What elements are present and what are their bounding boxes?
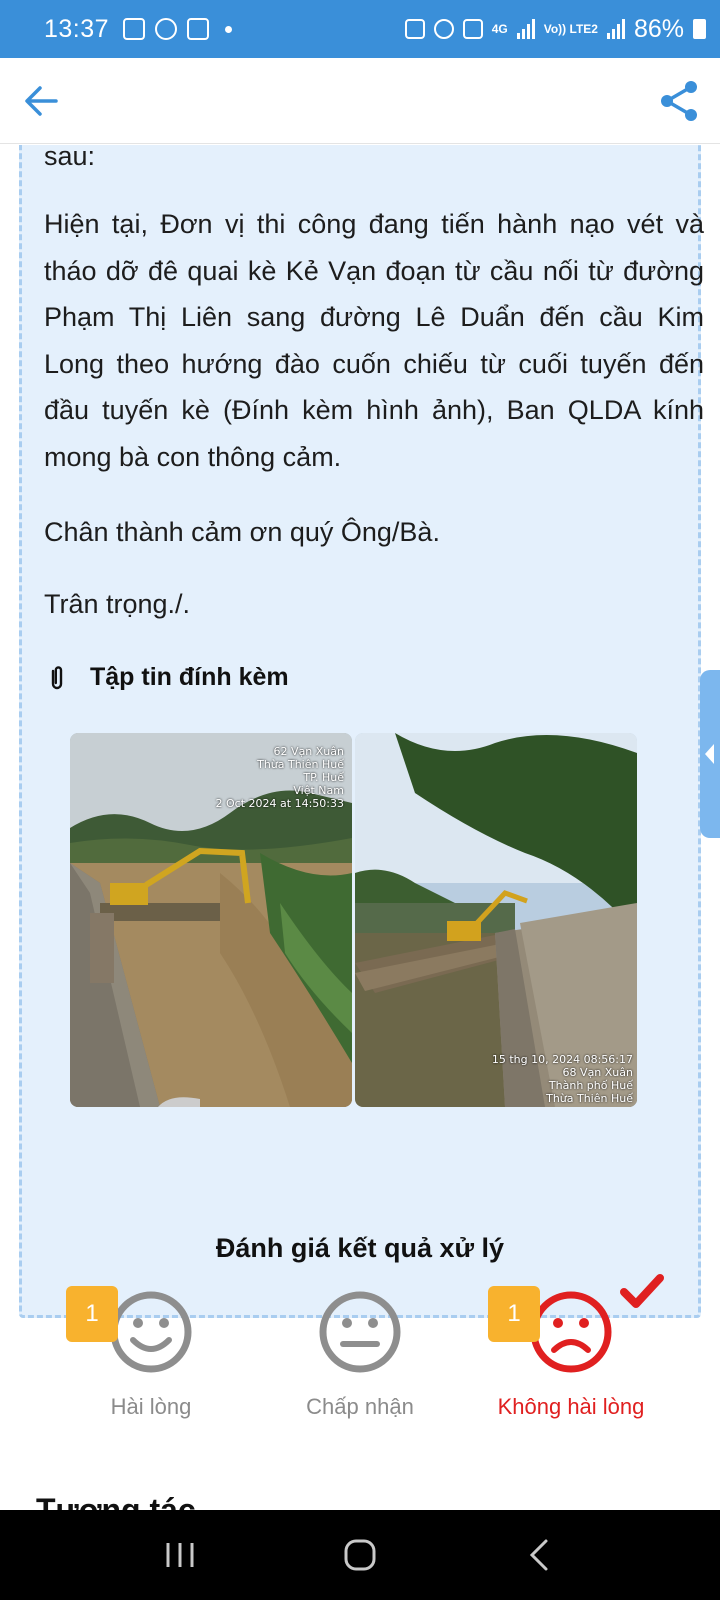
attachment-photo-2[interactable]: 15 thg 10, 2024 08:56:17 68 Vạn Xuân Thà… bbox=[355, 733, 637, 1107]
shopping-bag-icon bbox=[187, 18, 210, 40]
notification-icons bbox=[123, 18, 233, 40]
rating-label: Hài lòng bbox=[110, 1394, 192, 1419]
share-icon bbox=[661, 81, 697, 121]
side-panel-handle[interactable] bbox=[700, 670, 720, 838]
count-badge: 1 bbox=[488, 1286, 540, 1342]
main-content[interactable]: ..... (.....) ..... ..... ..... ..... ..… bbox=[0, 145, 720, 1510]
stamp-line: TP. Huế bbox=[303, 771, 344, 784]
signal-icon-2 bbox=[606, 19, 625, 39]
mute-icon bbox=[462, 19, 483, 39]
stamp-line: 68 Vạn Xuân bbox=[562, 1066, 633, 1079]
more-notifications-dot-icon bbox=[225, 25, 233, 33]
alarm-icon bbox=[433, 19, 454, 39]
attachments-heading: Tập tin đính kèm bbox=[44, 663, 289, 692]
chevron-left-icon bbox=[529, 1539, 548, 1571]
caret-left-icon bbox=[705, 744, 714, 764]
response-paragraph-2: Hiện tại, Đơn vị thi công đang tiến hành… bbox=[44, 209, 704, 472]
gallery-icon bbox=[123, 18, 146, 40]
volte-label: Vo)) LTE2 bbox=[543, 21, 598, 36]
rating-label: Không hài lòng bbox=[497, 1394, 645, 1419]
paperclip-icon bbox=[51, 665, 63, 689]
stamp-line: 62 Vạn Xuân bbox=[273, 745, 344, 758]
stamp-line: 2 Oct 2024 at 14:50:33 bbox=[215, 797, 344, 810]
back-button[interactable] bbox=[20, 78, 66, 124]
interaction-section-title: Tương tác bbox=[36, 1492, 196, 1510]
back-nav-button[interactable] bbox=[510, 1525, 570, 1585]
battery-icon bbox=[693, 19, 706, 39]
neutral-face-icon bbox=[319, 1291, 401, 1373]
sad-face-icon bbox=[530, 1291, 612, 1373]
response-paragraph-1: sau: bbox=[44, 145, 96, 171]
photo-2-stamp: 15 thg 10, 2024 08:56:17 68 Vạn Xuân Thà… bbox=[492, 1053, 633, 1105]
response-box: ..... (.....) ..... ..... ..... ..... ..… bbox=[19, 145, 704, 1318]
response-paragraph-4: Trân trọng./. bbox=[44, 589, 191, 619]
attachment-photo-1[interactable]: 62 Vạn Xuân Thừa Thiên Huế TP. Huế Việt … bbox=[70, 733, 352, 1107]
status-bar: 13:37 4G Vo)) LTE2 86% bbox=[0, 0, 720, 58]
stamp-line: Việt Nam bbox=[293, 784, 344, 797]
smile-face-icon bbox=[110, 1291, 192, 1373]
network-type-label: 4G bbox=[491, 21, 508, 36]
system-nav-bar bbox=[0, 1510, 720, 1600]
battery-saver-icon bbox=[404, 19, 425, 39]
checkmark-icon bbox=[620, 1274, 664, 1308]
app-bar bbox=[0, 58, 720, 144]
response-paragraph-3: Chân thành cảm ơn quý Ông/Bà. bbox=[44, 517, 440, 547]
attachments-title: Tập tin đính kèm bbox=[90, 663, 289, 691]
photo-1-stamp: 62 Vạn Xuân Thừa Thiên Huế TP. Huế Việt … bbox=[216, 745, 344, 810]
rating-title: Đánh giá kết quả xử lý bbox=[215, 1233, 505, 1263]
battery-percent: 86% bbox=[633, 14, 684, 43]
rating-option-accepted[interactable]: Chấp nhận bbox=[255, 1290, 465, 1420]
rating-option-dissatisfied[interactable]: 1 Không hài lòng bbox=[466, 1274, 676, 1420]
home-icon bbox=[344, 1539, 376, 1571]
recents-button[interactable] bbox=[150, 1525, 210, 1585]
system-icons: 4G Vo)) LTE2 86% bbox=[404, 14, 706, 44]
stamp-line: Thừa Thiên Huế bbox=[257, 758, 344, 771]
stamp-line: Thừa Thiên Huế bbox=[546, 1092, 633, 1105]
recents-icon bbox=[166, 1543, 194, 1567]
home-button[interactable] bbox=[330, 1525, 390, 1585]
status-time: 13:37 bbox=[44, 14, 110, 43]
arrow-left-icon bbox=[25, 86, 58, 116]
share-button[interactable] bbox=[656, 78, 702, 124]
barge-river-photo bbox=[355, 733, 637, 1107]
count-badge: 1 bbox=[66, 1286, 118, 1342]
rating-option-satisfied[interactable]: 1 Hài lòng bbox=[46, 1286, 256, 1420]
stamp-line: 15 thg 10, 2024 08:56:17 bbox=[491, 1053, 633, 1066]
globe-icon bbox=[155, 18, 178, 40]
signal-icon bbox=[516, 19, 535, 39]
stamp-line: Thành phố Huế bbox=[548, 1079, 633, 1092]
rating-label: Chấp nhận bbox=[306, 1394, 414, 1419]
